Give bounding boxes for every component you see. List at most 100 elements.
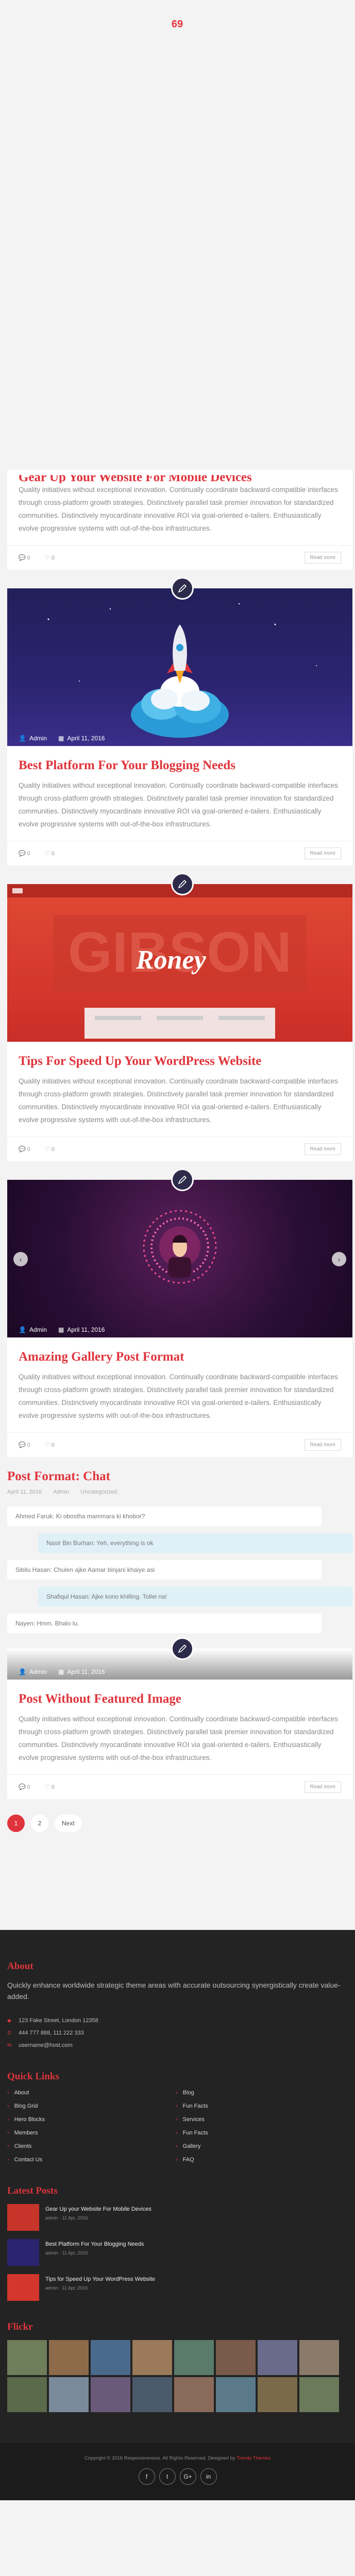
latest-post-meta: admin · 11 Apr, 2016	[45, 2250, 88, 2256]
quick-link[interactable]: › Members	[7, 2130, 176, 2136]
flickr-image[interactable]	[49, 2377, 89, 2412]
quick-link[interactable]: › Fun Facts	[176, 2103, 344, 2109]
social-links: f t G+ in	[0, 2468, 355, 2485]
hero-script-text: Roney	[136, 945, 206, 975]
flickr-image[interactable]	[7, 2340, 47, 2375]
post-footer: 💬 0 ♡ 0 Read more	[7, 841, 352, 866]
slider-prev-button[interactable]: ‹	[13, 1252, 28, 1266]
flickr-image[interactable]	[91, 2377, 130, 2412]
author-link[interactable]: 👤 Admin	[19, 1326, 47, 1333]
post-featured-image[interactable]: 👤 Admin ▦ April 11, 2016	[7, 588, 352, 746]
quick-link[interactable]: › Hero Blocks	[7, 2116, 176, 2123]
flickr-image[interactable]	[216, 2377, 256, 2412]
facebook-icon[interactable]: f	[138, 2468, 155, 2485]
user-icon: 👤	[19, 1326, 26, 1333]
post-footer: 💬 0 ♡ 0 Read more	[7, 1137, 352, 1161]
flickr-image[interactable]	[91, 2340, 130, 2375]
post-footer: 💬 0 ♡ 0 Read more	[7, 1432, 352, 1457]
chevron-right-icon: ›	[7, 2103, 9, 2109]
latest-post[interactable]: Best Platform For Your Blogging Needs adm…	[7, 2239, 348, 2266]
quick-link[interactable]: › FAQ	[176, 2157, 344, 2163]
post-date: April 11, 2016	[7, 1489, 42, 1495]
quick-link[interactable]: › Services	[176, 2116, 344, 2123]
next-page-button[interactable]: Next	[55, 1815, 82, 1832]
chat-message: Ahmed Faruk: Ki obostha mammara ki khobo…	[7, 1506, 322, 1526]
like-count[interactable]: ♡ 0	[45, 850, 55, 857]
chevron-right-icon: ›	[176, 2103, 178, 2109]
comment-count[interactable]: 💬 0	[19, 1784, 30, 1790]
author-link[interactable]: 👤 Admin	[19, 735, 47, 742]
page-1-button[interactable]: 1	[7, 1815, 25, 1832]
comment-count[interactable]: 💬 0	[19, 554, 30, 561]
post-excerpt: Quality initiatives without exceptional …	[19, 1077, 338, 1124]
flickr-gallery	[7, 2340, 348, 2412]
gallery-slider[interactable]: ‹ › 👤 Admin ▦ April 11, 2016	[7, 1180, 352, 1337]
comment-count[interactable]: 💬 0	[19, 850, 30, 857]
comment-count[interactable]: 💬 0	[19, 1442, 30, 1448]
flickr-image[interactable]	[7, 2377, 47, 2412]
quick-link[interactable]: › Contact Us	[7, 2157, 176, 2163]
designer-link[interactable]: Trendy Themes	[236, 2455, 271, 2461]
read-more-button[interactable]: Read more	[304, 1439, 341, 1451]
twitter-icon[interactable]: t	[159, 2468, 176, 2485]
post-body: Gear Up Your Website For Mobile Devices …	[7, 470, 352, 535]
page-2-button[interactable]: 2	[31, 1815, 48, 1832]
latest-post[interactable]: Gear Up your Website For Mobile Devices a…	[7, 2204, 348, 2231]
quick-link[interactable]: › Blog	[176, 2090, 344, 2096]
site-logo[interactable]: 69	[168, 17, 186, 31]
read-more-button[interactable]: Read more	[304, 1781, 341, 1793]
slider-next-button[interactable]: ›	[332, 1252, 346, 1266]
post-card: GIBSON Roney Tips For Speed Up Your Word…	[7, 873, 352, 1161]
calendar-icon: ▦	[58, 735, 64, 742]
chevron-right-icon: ›	[176, 2130, 178, 2136]
read-more-button[interactable]: Read more	[304, 552, 341, 564]
quick-link[interactable]: › About	[7, 2090, 176, 2096]
category-link[interactable]: Uncategorized	[80, 1489, 117, 1495]
post-card: 👤 Admin ▦ April 11, 2016 Post Without Feat…	[7, 1637, 352, 1799]
quick-link[interactable]: › Clients	[7, 2143, 176, 2149]
post-card: ‹ › 👤 Admin ▦ April 11, 2016 Amazing Galle…	[7, 1168, 352, 1457]
read-more-button[interactable]: Read more	[304, 848, 341, 859]
linkedin-icon[interactable]: in	[200, 2468, 217, 2485]
post-title[interactable]: Post Without Featured Image	[19, 1692, 341, 1706]
site-footer: About Quickly enhance worldwide strategi…	[0, 1930, 355, 2500]
author-link[interactable]: 👤 Admin	[19, 1668, 47, 1675]
chevron-right-icon: ›	[176, 2090, 178, 2096]
flickr-image[interactable]	[132, 2340, 172, 2375]
email[interactable]: ✉ username@host.com	[7, 2042, 348, 2048]
flickr-image[interactable]	[216, 2340, 256, 2375]
flickr-image[interactable]	[174, 2340, 214, 2375]
like-count[interactable]: ♡ 0	[45, 1146, 55, 1153]
flickr-image[interactable]	[258, 2377, 297, 2412]
like-count[interactable]: ♡ 0	[45, 1784, 55, 1790]
like-count[interactable]: ♡ 0	[45, 1442, 55, 1448]
read-more-button[interactable]: Read more	[304, 1143, 341, 1155]
user-icon: 👤	[19, 1668, 26, 1675]
author-link[interactable]: Admin	[53, 1489, 69, 1495]
quick-links: › About › Blog › Blog Grid › Fun Facts › Hero…	[7, 2090, 348, 2163]
post-title[interactable]: Post Format: Chat	[7, 1469, 352, 1484]
chevron-right-icon: ›	[176, 2157, 178, 2163]
flickr-image[interactable]	[258, 2340, 297, 2375]
user-icon: 👤	[19, 735, 26, 742]
latest-post[interactable]: Tips for Speed Up Your WordPress Website…	[7, 2274, 348, 2301]
flickr-image[interactable]	[132, 2377, 172, 2412]
flickr-image[interactable]	[49, 2340, 89, 2375]
quick-link[interactable]: › Gallery	[176, 2143, 344, 2149]
post-featured-image[interactable]: GIBSON Roney	[7, 884, 352, 1042]
flickr-image[interactable]	[299, 2377, 339, 2412]
quick-link[interactable]: › Fun Facts	[176, 2130, 344, 2136]
flickr-image[interactable]	[174, 2377, 214, 2412]
flickr-image[interactable]	[299, 2340, 339, 2375]
comment-count[interactable]: 💬 0	[19, 1146, 30, 1153]
like-count[interactable]: ♡ 0	[45, 554, 55, 561]
latest-posts-title: Latest Posts	[7, 2185, 58, 2196]
post-title[interactable]: Amazing Gallery Post Format	[19, 1350, 341, 1364]
post-title[interactable]: Best Platform For Your Blogging Needs	[19, 758, 341, 773]
post-title[interactable]: Gear Up Your Website For Mobile Devices	[19, 475, 341, 483]
latest-post-title: Best Platform For Your Blogging Needs	[45, 2241, 144, 2247]
google-plus-icon[interactable]: G+	[179, 2468, 196, 2485]
quick-link[interactable]: › Blog Grid	[7, 2103, 176, 2109]
post-title[interactable]: Tips For Speed Up Your WordPress Website	[19, 1054, 341, 1069]
